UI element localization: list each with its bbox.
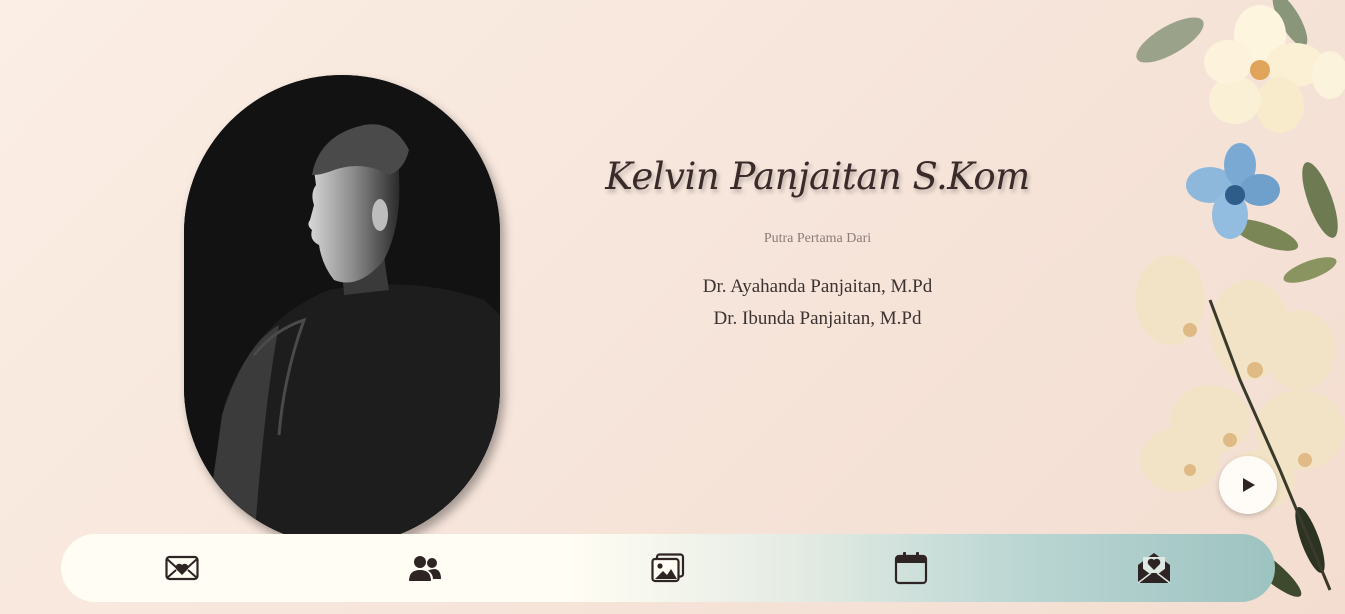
play-icon bbox=[1243, 478, 1255, 492]
music-play-button[interactable] bbox=[1219, 456, 1277, 514]
groom-name: Kelvin Panjaitan S.Kom bbox=[605, 155, 1030, 198]
gallery-icon bbox=[651, 553, 685, 583]
relation-subtitle: Putra Pertama Dari bbox=[763, 231, 872, 246]
envelope-heart-icon bbox=[165, 555, 199, 581]
calendar-icon bbox=[894, 552, 927, 585]
floral-decoration bbox=[1135, 0, 1345, 597]
mother-name: Dr. Ibunda Panjaitan, M.Pd bbox=[713, 308, 922, 329]
nav-event-button[interactable] bbox=[851, 538, 971, 598]
nav-rsvp-button[interactable] bbox=[1094, 538, 1214, 598]
users-icon bbox=[409, 556, 442, 581]
nav-invitation-button[interactable] bbox=[122, 538, 242, 598]
open-envelope-heart-icon bbox=[1137, 553, 1171, 584]
bottom-navigation bbox=[61, 534, 1275, 602]
groom-photo bbox=[184, 75, 500, 545]
nav-gallery-button[interactable] bbox=[608, 538, 728, 598]
nav-couple-button[interactable] bbox=[365, 538, 485, 598]
groom-silhouette-image bbox=[184, 75, 500, 545]
father-name: Dr. Ayahanda Panjaitan, M.Pd bbox=[702, 276, 933, 297]
